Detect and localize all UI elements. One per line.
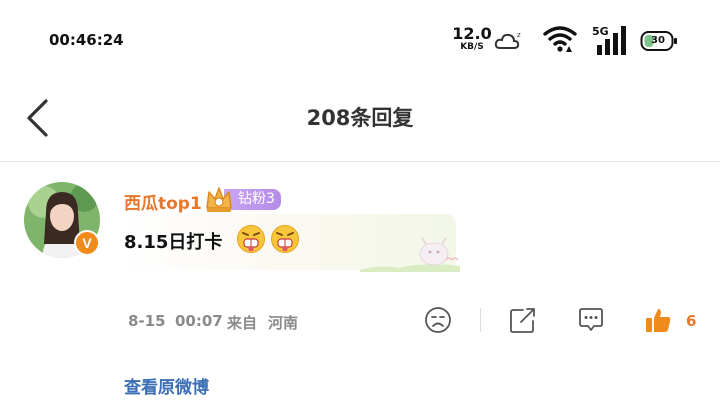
comment-time: 00:07 [175,312,223,330]
thumbs-up-icon[interactable] [644,306,672,334]
comment-from-label: 来自 [227,314,258,332]
header-divider [0,161,720,162]
page-title: 208条回复 [306,106,414,130]
bubble-decoration [360,237,460,272]
wifi-icon [543,26,577,52]
comment-date: 8-15 [128,312,166,330]
comment-username[interactable]: 西瓜top1 [124,189,202,214]
crown-icon [206,187,232,212]
action-separator [480,308,481,332]
status-time: 00:46:24 [49,31,124,49]
grimace-emoji-icon [271,225,299,253]
network-speed-unit: KB/S [460,42,484,52]
view-original-post-link[interactable]: 查看原微博 [124,373,209,398]
share-icon[interactable] [509,306,537,334]
sad-face-icon[interactable] [424,306,452,334]
grimace-emoji-icon [237,225,265,253]
comment-icon[interactable] [577,306,605,334]
svg-text:z: z [517,31,521,39]
verified-badge: V [74,230,100,256]
network-speed: 12.0 KB/S [452,26,492,52]
network-speed-value: 12.0 [452,24,492,43]
comment-location: 河南 [268,314,299,332]
cloud-moon-icon: z [494,31,521,49]
comment-text: 8.15日打卡 [124,232,223,253]
like-count: 6 [686,312,697,330]
battery-level: 30 [651,35,665,46]
signal-icon [597,26,626,55]
